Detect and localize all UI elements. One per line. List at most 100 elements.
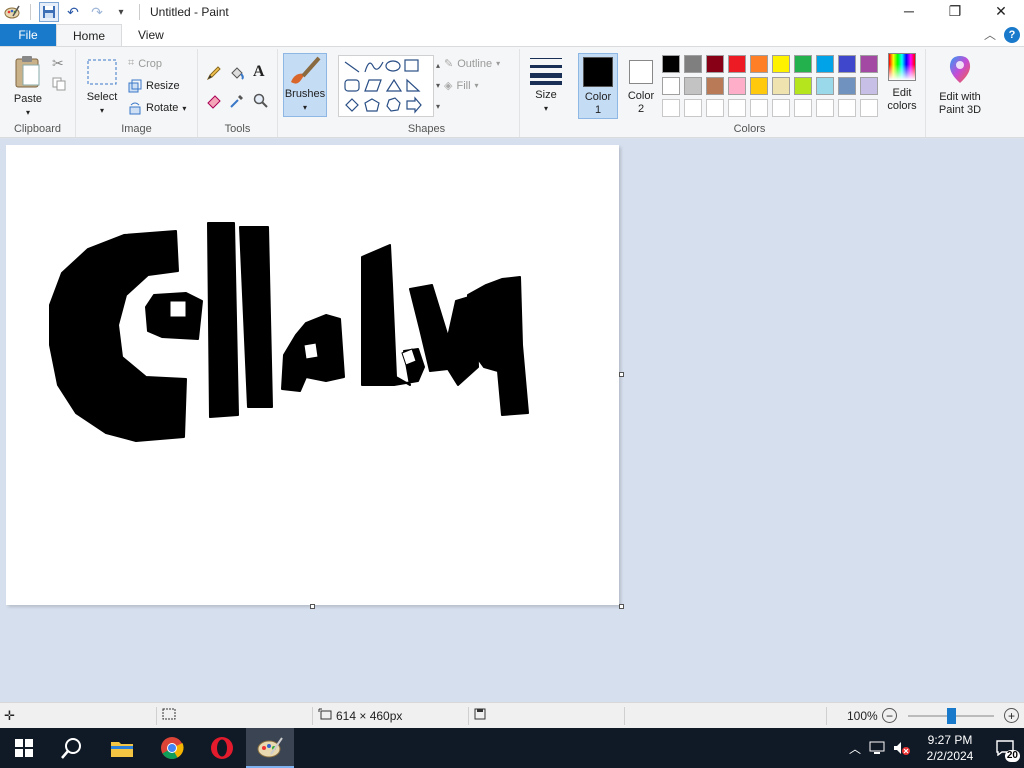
network-icon[interactable]	[866, 741, 890, 755]
resize-handle-right[interactable]	[619, 372, 624, 377]
color-swatch[interactable]	[816, 55, 834, 73]
color-swatch[interactable]	[662, 77, 680, 95]
color-swatch[interactable]	[772, 55, 790, 73]
color-swatch[interactable]	[860, 77, 878, 95]
maximize-button[interactable]: ❐	[932, 0, 978, 22]
cut-button[interactable]: ✂	[52, 55, 64, 72]
zoom-in-button[interactable]: +	[1004, 708, 1019, 723]
custom-color-slot[interactable]	[816, 99, 834, 117]
color-swatch[interactable]	[838, 77, 856, 95]
save-icon[interactable]	[39, 2, 59, 22]
opera-button[interactable]	[198, 728, 246, 768]
custom-color-slot[interactable]	[794, 99, 812, 117]
windows-icon	[15, 739, 33, 757]
close-button[interactable]: ✕	[978, 0, 1024, 22]
magnifier-tool[interactable]	[253, 93, 269, 109]
color2-button[interactable]: Color 2	[622, 53, 660, 119]
pencil-tool[interactable]	[206, 65, 222, 81]
zoom-slider-thumb[interactable]	[947, 708, 956, 724]
image-group: Select ▾ ⌗ Crop Resize Rotate ▾ Image	[76, 49, 198, 137]
paint-app-icon[interactable]	[2, 2, 22, 22]
outline-icon: ✎	[444, 58, 454, 70]
folder-icon	[111, 742, 133, 757]
chevron-down-icon: ▾	[496, 59, 501, 68]
custom-color-slot[interactable]	[860, 99, 878, 117]
shapes-scroll[interactable]: ▴ ▾ ▾	[434, 55, 442, 117]
custom-color-slot[interactable]	[706, 99, 724, 117]
collapse-ribbon-icon[interactable]: ︿	[984, 26, 996, 43]
custom-color-slot[interactable]	[662, 99, 680, 117]
show-hidden-icons-icon[interactable]: ︿	[844, 740, 866, 757]
search-button[interactable]	[48, 728, 96, 768]
zoom-slider[interactable]	[908, 708, 994, 724]
color-swatch[interactable]	[728, 77, 746, 95]
color-picker-tool[interactable]	[229, 93, 245, 109]
select-button[interactable]: Select ▾	[82, 59, 122, 117]
color-swatch[interactable]	[706, 55, 724, 73]
clock[interactable]: 9:27 PM 2/2/2024	[914, 732, 986, 764]
canvas-workspace[interactable]	[0, 139, 1024, 702]
tab-file[interactable]: File	[0, 24, 56, 46]
edit-with-paint3d-button[interactable]: Edit with Paint 3D	[932, 53, 988, 117]
redo-icon[interactable]: ↷	[87, 2, 107, 22]
color-swatch[interactable]	[706, 77, 724, 95]
rotate-button[interactable]: Rotate ▾	[128, 101, 186, 115]
color-swatch[interactable]	[860, 55, 878, 73]
color-swatch[interactable]	[772, 77, 790, 95]
file-explorer-button[interactable]	[98, 728, 146, 768]
custom-color-slot[interactable]	[838, 99, 856, 117]
eraser-tool[interactable]	[206, 93, 222, 109]
color-swatch[interactable]	[838, 55, 856, 73]
undo-icon[interactable]: ↶	[63, 2, 83, 22]
color1-button[interactable]: Color 1	[578, 53, 618, 119]
tab-home[interactable]: Home	[56, 24, 123, 46]
resize-button[interactable]: Resize	[128, 79, 180, 93]
color-swatch[interactable]	[684, 77, 702, 95]
copy-icon	[52, 77, 66, 91]
minimize-button[interactable]: ─	[886, 0, 932, 22]
color-swatch[interactable]	[750, 77, 768, 95]
paint-taskbar-button[interactable]	[246, 728, 294, 768]
volume-muted-icon[interactable]	[890, 741, 914, 755]
outline-button[interactable]: ✎ Outline ▾	[444, 57, 501, 71]
start-button[interactable]	[0, 728, 48, 768]
scissors-icon: ✂	[52, 55, 64, 71]
edit-colors-button[interactable]: Edit colors	[882, 53, 922, 113]
edit-colors-icon	[888, 53, 916, 81]
color-swatch[interactable]	[728, 55, 746, 73]
copy-button[interactable]	[52, 77, 66, 91]
resize-handle-corner[interactable]	[619, 604, 624, 609]
chrome-button[interactable]	[148, 728, 196, 768]
color-swatch[interactable]	[750, 55, 768, 73]
color-swatch[interactable]	[794, 55, 812, 73]
paste-button[interactable]: Paste ▾	[8, 55, 48, 119]
color-swatch[interactable]	[794, 77, 812, 95]
color-swatch[interactable]	[684, 55, 702, 73]
resize-handle-bottom[interactable]	[310, 604, 315, 609]
custom-color-slot[interactable]	[684, 99, 702, 117]
help-icon[interactable]: ?	[1004, 26, 1020, 43]
size-button[interactable]: Size ▾	[526, 55, 566, 115]
custom-color-slot[interactable]	[728, 99, 746, 117]
shapes-gallery[interactable]	[338, 55, 434, 117]
brushes-button[interactable]: Brushes ▾	[283, 53, 327, 117]
custom-color-slot[interactable]	[772, 99, 790, 117]
color-swatch[interactable]	[816, 77, 834, 95]
shapes-group: ▴ ▾ ▾ ✎ Outline ▾ ◈ Fill ▾ Shapes	[334, 49, 520, 137]
resize-label: Resize	[146, 80, 180, 92]
notifications-button[interactable]: 20	[986, 728, 1024, 768]
text-tool[interactable]: A	[253, 63, 265, 81]
zoom-out-button[interactable]: −	[882, 708, 897, 723]
magnifier-icon	[253, 93, 268, 108]
crop-button[interactable]: ⌗ Crop	[128, 57, 162, 70]
fill-tool[interactable]	[229, 65, 245, 81]
custom-color-slot[interactable]	[750, 99, 768, 117]
drawing-canvas[interactable]	[6, 145, 619, 605]
shapes-label: Shapes	[407, 123, 446, 135]
tab-view[interactable]: View	[122, 24, 180, 46]
color1-label: Color	[584, 91, 612, 103]
customize-icon[interactable]: ▾	[111, 2, 131, 22]
color-swatch[interactable]	[662, 55, 680, 73]
fill-button[interactable]: ◈ Fill ▾	[444, 79, 479, 93]
drawing-strokes	[49, 222, 529, 442]
